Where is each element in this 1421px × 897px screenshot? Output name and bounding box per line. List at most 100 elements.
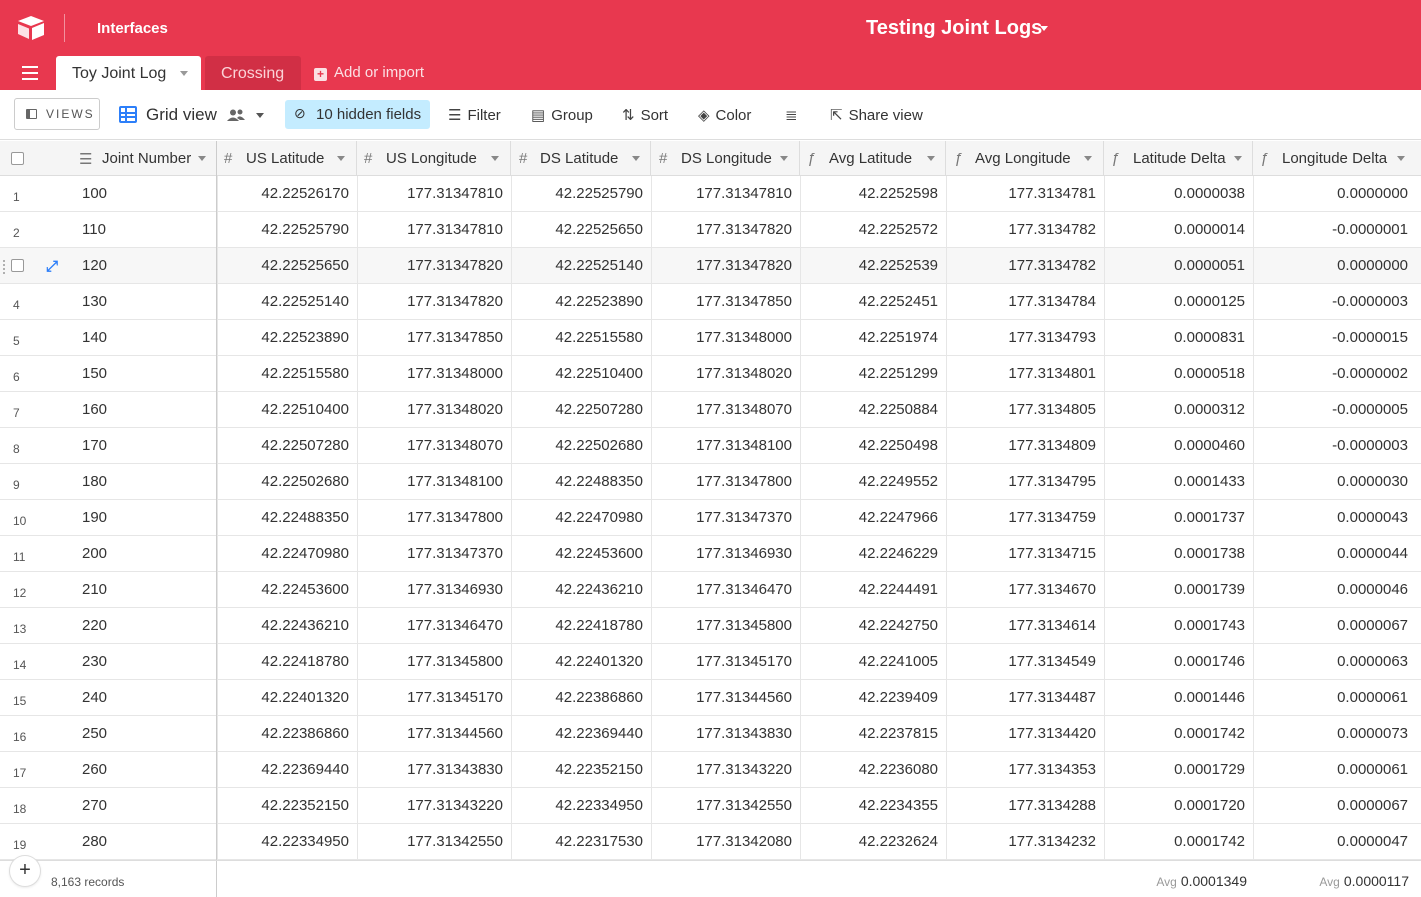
- cell-joint-number[interactable]: 100: [82, 185, 107, 202]
- table-row[interactable]: 14 230 42.22418780 177.31345800 42.22401320 1…: [0, 644, 1421, 680]
- cell-ds-latitude[interactable]: 42.22525140: [555, 257, 643, 274]
- cell-ds-latitude[interactable]: 42.22436210: [555, 581, 643, 598]
- cell-joint-number[interactable]: 200: [82, 545, 107, 562]
- table-row[interactable]: 1 100 42.22526170 177.31347810 42.22525790 17…: [0, 176, 1421, 212]
- cell-latitude-delta[interactable]: 0.0001446: [1174, 689, 1245, 706]
- cell-us-longitude[interactable]: 177.31346930: [407, 581, 503, 598]
- cell-joint-number[interactable]: 230: [82, 653, 107, 670]
- cell-us-longitude[interactable]: 177.31342550: [407, 833, 503, 850]
- cell-joint-number[interactable]: 240: [82, 689, 107, 706]
- cell-avg-latitude[interactable]: 42.2252598: [859, 185, 938, 202]
- cell-ds-latitude[interactable]: 42.22453600: [555, 545, 643, 562]
- share-view-button[interactable]: ⇱ Share view: [830, 106, 923, 124]
- cell-longitude-delta[interactable]: 0.0000044: [1337, 545, 1408, 562]
- cell-latitude-delta[interactable]: 0.0001738: [1174, 545, 1245, 562]
- cell-ds-longitude[interactable]: 177.31347800: [696, 473, 792, 490]
- cell-ds-longitude[interactable]: 177.31342550: [696, 797, 792, 814]
- latitude-delta-summary[interactable]: Avg 0.0001349: [1156, 873, 1247, 889]
- cell-latitude-delta[interactable]: 0.0000125: [1174, 293, 1245, 310]
- cell-latitude-delta[interactable]: 0.0001729: [1174, 761, 1245, 778]
- cell-us-latitude[interactable]: 42.22515580: [261, 365, 349, 382]
- cell-us-longitude[interactable]: 177.31348000: [407, 365, 503, 382]
- cell-ds-longitude[interactable]: 177.31346930: [696, 545, 792, 562]
- cell-joint-number[interactable]: 140: [82, 329, 107, 346]
- sort-button[interactable]: ⇅ Sort: [622, 106, 668, 124]
- cell-avg-longitude[interactable]: 177.3134549: [1008, 653, 1096, 670]
- cell-ds-longitude[interactable]: 177.31344560: [696, 689, 792, 706]
- cell-longitude-delta[interactable]: 0.0000046: [1337, 581, 1408, 598]
- cell-avg-longitude[interactable]: 177.3134805: [1008, 401, 1096, 418]
- column-header-longitude-delta[interactable]: ƒ Longitude Delta: [1253, 141, 1421, 176]
- cell-ds-longitude[interactable]: 177.31347820: [696, 257, 792, 274]
- base-title[interactable]: Testing Joint Logs: [866, 17, 1042, 40]
- cell-us-latitude[interactable]: 42.22369440: [261, 761, 349, 778]
- cell-avg-longitude[interactable]: 177.3134781: [1008, 185, 1096, 202]
- cell-us-longitude[interactable]: 177.31343220: [407, 797, 503, 814]
- filter-button[interactable]: ☰ Filter: [448, 106, 501, 124]
- cell-ds-longitude[interactable]: 177.31347850: [696, 293, 792, 310]
- app-logo-icon[interactable]: [16, 15, 46, 41]
- chevron-down-icon[interactable]: [927, 156, 935, 161]
- cell-avg-longitude[interactable]: 177.3134784: [1008, 293, 1096, 310]
- cell-avg-longitude[interactable]: 177.3134487: [1008, 689, 1096, 706]
- chevron-down-icon[interactable]: [256, 113, 264, 118]
- cell-us-latitude[interactable]: 42.22453600: [261, 581, 349, 598]
- cell-us-longitude[interactable]: 177.31346470: [407, 617, 503, 634]
- tab-crossing[interactable]: Crossing: [205, 56, 301, 90]
- cell-ds-longitude[interactable]: 177.31347370: [696, 509, 792, 526]
- cell-latitude-delta[interactable]: 0.0001746: [1174, 653, 1245, 670]
- table-row[interactable]: 13 220 42.22436210 177.31346470 42.22418780 1…: [0, 608, 1421, 644]
- cell-longitude-delta[interactable]: 0.0000043: [1337, 509, 1408, 526]
- cell-joint-number[interactable]: 220: [82, 617, 107, 634]
- chevron-down-icon[interactable]: [1040, 26, 1048, 31]
- cell-longitude-delta[interactable]: -0.0000003: [1332, 437, 1408, 454]
- cell-avg-longitude[interactable]: 177.3134420: [1008, 725, 1096, 742]
- cell-ds-latitude[interactable]: 42.22507280: [555, 401, 643, 418]
- cell-latitude-delta[interactable]: 0.0000014: [1174, 221, 1245, 238]
- cell-ds-longitude[interactable]: 177.31347820: [696, 221, 792, 238]
- cell-us-longitude[interactable]: 177.31347850: [407, 329, 503, 346]
- cell-joint-number[interactable]: 280: [82, 833, 107, 850]
- add-record-button[interactable]: +: [10, 856, 40, 886]
- cell-ds-longitude[interactable]: 177.31348020: [696, 365, 792, 382]
- group-button[interactable]: ▤ Group: [531, 106, 593, 124]
- cell-avg-longitude[interactable]: 177.3134232: [1008, 833, 1096, 850]
- cell-avg-longitude[interactable]: 177.3134670: [1008, 581, 1096, 598]
- color-button[interactable]: ◈ Color: [698, 106, 751, 124]
- column-header-avg-longitude[interactable]: ƒ Avg Longitude: [946, 141, 1104, 176]
- cell-us-longitude[interactable]: 177.31348070: [407, 437, 503, 454]
- cell-ds-latitude[interactable]: 42.22515580: [555, 329, 643, 346]
- cell-us-latitude[interactable]: 42.22436210: [261, 617, 349, 634]
- cell-ds-latitude[interactable]: 42.22401320: [555, 653, 643, 670]
- cell-avg-latitude[interactable]: 42.2249552: [859, 473, 938, 490]
- cell-latitude-delta[interactable]: 0.0000460: [1174, 437, 1245, 454]
- cell-avg-longitude[interactable]: 177.3134793: [1008, 329, 1096, 346]
- chevron-down-icon[interactable]: [491, 156, 499, 161]
- cell-joint-number[interactable]: 180: [82, 473, 107, 490]
- table-row[interactable]: 4 130 42.22525140 177.31347820 42.22523890 17…: [0, 284, 1421, 320]
- cell-latitude-delta[interactable]: 0.0001742: [1174, 833, 1245, 850]
- cell-latitude-delta[interactable]: 0.0000038: [1174, 185, 1245, 202]
- cell-longitude-delta[interactable]: -0.0000001: [1332, 221, 1408, 238]
- cell-ds-longitude[interactable]: 177.31343220: [696, 761, 792, 778]
- cell-us-longitude[interactable]: 177.31347800: [407, 509, 503, 526]
- cell-avg-longitude[interactable]: 177.3134715: [1008, 545, 1096, 562]
- cell-us-longitude[interactable]: 177.31345800: [407, 653, 503, 670]
- cell-us-latitude[interactable]: 42.22488350: [261, 509, 349, 526]
- cell-ds-latitude[interactable]: 42.22510400: [555, 365, 643, 382]
- cell-joint-number[interactable]: 210: [82, 581, 107, 598]
- cell-us-latitude[interactable]: 42.22507280: [261, 437, 349, 454]
- table-row[interactable]: 6 150 42.22515580 177.31348000 42.22510400 17…: [0, 356, 1421, 392]
- chevron-down-icon[interactable]: [1084, 156, 1092, 161]
- cell-us-latitude[interactable]: 42.22525790: [261, 221, 349, 238]
- cell-ds-latitude[interactable]: 42.22334950: [555, 797, 643, 814]
- cell-latitude-delta[interactable]: 0.0000518: [1174, 365, 1245, 382]
- cell-latitude-delta[interactable]: 0.0001737: [1174, 509, 1245, 526]
- cell-longitude-delta[interactable]: -0.0000015: [1332, 329, 1408, 346]
- column-header-us-longitude[interactable]: # US Longitude: [357, 141, 511, 176]
- table-row[interactable]: 15 240 42.22401320 177.31345170 42.22386860 1…: [0, 680, 1421, 716]
- cell-us-longitude[interactable]: 177.31348100: [407, 473, 503, 490]
- column-header-avg-latitude[interactable]: ƒ Avg Latitude: [800, 141, 946, 176]
- cell-joint-number[interactable]: 170: [82, 437, 107, 454]
- cell-ds-latitude[interactable]: 42.22525650: [555, 221, 643, 238]
